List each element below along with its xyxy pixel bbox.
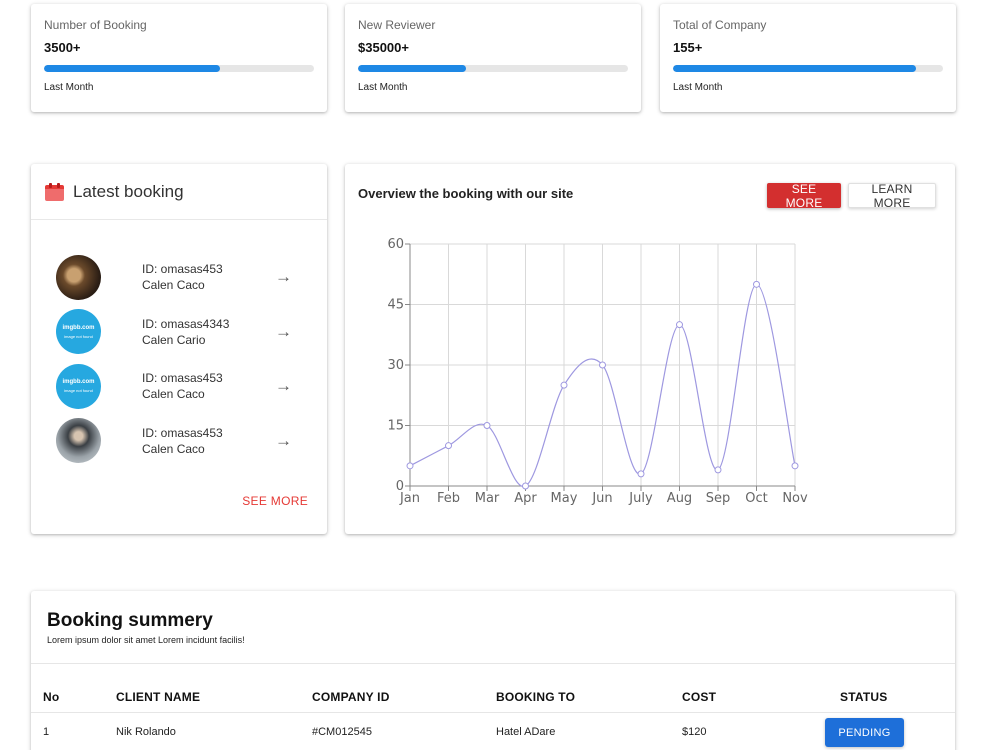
avatar (56, 254, 101, 300)
booking-name: Calen Cario (142, 332, 206, 347)
stat-value: 155+ (673, 40, 703, 55)
cell-booking-to: Hatel ADare (496, 726, 556, 738)
booking-id: ID: omasas4343 (142, 316, 230, 331)
stat-progress-fill (44, 65, 220, 72)
column-header-client-name: CLIENT NAME (116, 690, 201, 704)
latest-booking-list: ID: omasas453 Calen Caco → imgbb.com image… (31, 220, 327, 468)
column-header-cost: COST (682, 690, 717, 704)
status-pending-button[interactable]: PENDING (825, 718, 904, 747)
column-header-company-id: COMPANY ID (312, 690, 390, 704)
stat-footer: Last Month (358, 82, 408, 93)
avatar-placeholder-text: imgbb.com (62, 324, 95, 331)
latest-booking-card: Latest booking ID: omasas453 Calen Caco →… (31, 164, 327, 534)
booking-id: ID: omasas453 (142, 371, 223, 386)
divider (31, 712, 955, 713)
latest-booking-title: Latest booking (73, 181, 184, 201)
avatar-placeholder-subtext: image not found (64, 333, 93, 339)
arrow-right-icon[interactable]: → (275, 267, 292, 287)
x-tick-label: Apr (514, 491, 537, 506)
x-tick-label: July (628, 491, 653, 506)
data-point (406, 462, 414, 470)
summary-subtitle: Lorem ipsum dolor sit amet Lorem incidun… (47, 635, 245, 645)
stat-label: Total of Company (673, 18, 767, 32)
arrow-right-icon[interactable]: → (275, 322, 292, 342)
latest-booking-header: Latest booking (31, 164, 327, 220)
stat-value: $35000+ (358, 40, 409, 55)
x-tick-label: Jan (399, 491, 420, 506)
stat-card-bookings: Number of Booking 3500+ Last Month (31, 4, 327, 112)
column-header-no: No (43, 690, 60, 704)
list-item[interactable]: ID: omasas453 Calen Caco → (31, 414, 327, 469)
stat-progress-bar (44, 65, 314, 72)
x-tick-label: Oct (745, 491, 767, 506)
arrow-right-icon[interactable]: → (275, 376, 292, 396)
stat-label: Number of Booking (44, 18, 147, 32)
x-tick-label: Sep (706, 491, 731, 506)
column-header-booking-to: BOOKING TO (496, 690, 576, 704)
data-point (522, 482, 529, 490)
stat-progress-bar (358, 65, 628, 72)
y-tick-label: 30 (387, 358, 404, 373)
summary-title: Booking summery (47, 610, 213, 631)
avatar (56, 418, 101, 464)
avatar-placeholder-text: imgbb.com (62, 379, 95, 386)
overview-chart-card: 0 15 30 45 60 Jan Feb Mar Apr May Jun July Aug Sep Oct… (345, 164, 955, 534)
stat-label: New Reviewer (358, 18, 436, 32)
list-item[interactable]: imgbb.com image not found ID: omasas453 Ca… (31, 359, 327, 414)
booking-line-chart: 015304560Jan Feb Mar Apr May Jun July Aug Sep Oct… (387, 237, 808, 506)
booking-name: Calen Caco (142, 387, 205, 402)
x-tick-label: Jun (591, 491, 612, 506)
data-point (560, 381, 568, 389)
avatar: imgbb.com image not found (56, 309, 101, 355)
stat-value: 3500+ (44, 40, 81, 55)
booking-summary-card: Booking summery Lorem ipsum dolor sit am… (31, 591, 955, 750)
booking-id: ID: omasas453 (142, 262, 223, 277)
booking-id: ID: omasas453 (142, 425, 223, 440)
data-point (637, 470, 645, 478)
avatar-placeholder-subtext: image not found (64, 388, 93, 394)
x-tick-label: Aug (667, 491, 692, 506)
stat-progress-fill (673, 65, 916, 72)
booking-name: Calen Caco (142, 441, 205, 456)
data-point (714, 466, 722, 474)
stat-card-companies: Total of Company 155+ Last Month (660, 4, 956, 112)
stat-progress-bar (673, 65, 943, 72)
data-point (791, 462, 799, 470)
data-point (676, 321, 683, 329)
divider (31, 663, 955, 664)
y-tick-label: 45 (387, 298, 404, 313)
y-tick-label: 15 (387, 419, 404, 434)
latest-booking-see-more-link[interactable]: SEE MORE (242, 494, 308, 508)
booking-name: Calen Caco (142, 278, 205, 293)
see-more-button[interactable]: SEE MORE (767, 182, 841, 210)
data-point (483, 422, 491, 429)
learn-more-button[interactable]: LEARN MORE (848, 182, 936, 210)
data-point (599, 361, 606, 369)
avatar: imgbb.com image not found (56, 363, 101, 409)
data-point (753, 280, 760, 288)
x-tick-label: Mar (475, 491, 500, 506)
x-tick-label: May (551, 491, 578, 506)
stat-footer: Last Month (44, 82, 94, 93)
cell-company-id: #CM012545 (312, 726, 372, 738)
x-tick-label: Feb (437, 491, 460, 506)
column-header-status: STATUS (840, 690, 888, 704)
data-point (445, 442, 452, 450)
list-item[interactable]: ID: omasas453 Calen Caco → (31, 250, 327, 305)
x-tick-label: Nov (782, 491, 808, 506)
cell-cost: $120 (682, 726, 707, 738)
cell-no: 1 (43, 726, 50, 738)
list-item[interactable]: imgbb.com image not found ID: omasas4343 C… (31, 305, 327, 360)
y-tick-label: 60 (387, 237, 404, 252)
cell-client-name: Nik Rolando (116, 726, 176, 738)
stat-footer: Last Month (673, 82, 723, 93)
overview-title: Overview the booking with our site (358, 186, 574, 201)
arrow-right-icon[interactable]: → (275, 431, 292, 451)
calendar-icon (45, 182, 64, 201)
stat-card-reviewers: New Reviewer $35000+ Last Month (345, 4, 641, 112)
stat-progress-fill (358, 65, 466, 72)
